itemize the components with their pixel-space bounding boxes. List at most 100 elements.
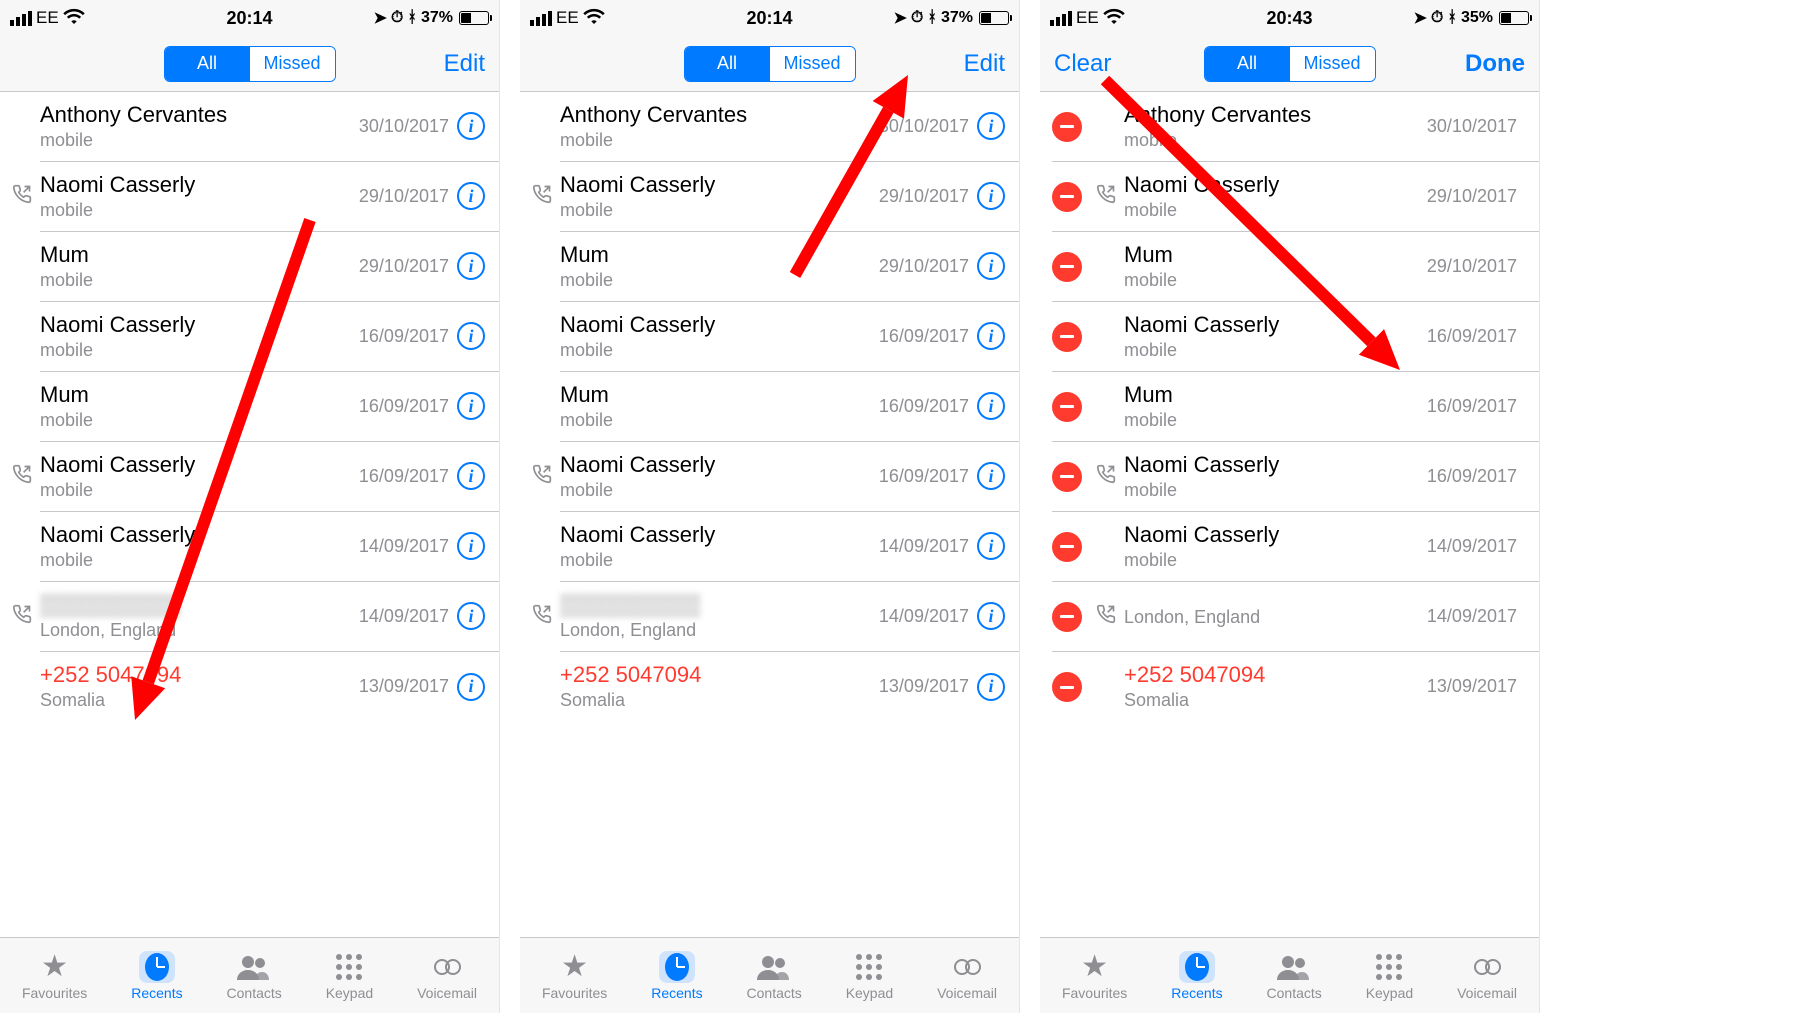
delete-button[interactable] <box>1052 532 1082 562</box>
call-row[interactable]: Naomi Casserlymobile16/09/2017i <box>560 442 1019 512</box>
info-button[interactable]: i <box>457 532 485 560</box>
tab-recents[interactable]: Recents <box>651 951 702 1001</box>
info-button[interactable]: i <box>977 602 1005 630</box>
info-button[interactable]: i <box>977 322 1005 350</box>
call-row[interactable]: Naomi Casserlymobile16/09/2017 <box>1052 302 1539 372</box>
delete-button[interactable] <box>1052 602 1082 632</box>
call-row[interactable]: Naomi Casserlymobile14/09/2017i <box>40 512 499 582</box>
tab-voicemail[interactable]: Voicemail <box>937 951 997 1001</box>
call-row[interactable]: +252 5047094Somalia13/09/2017i <box>560 652 1019 722</box>
voicemail-icon <box>949 951 985 983</box>
info-button[interactable]: i <box>457 673 485 701</box>
info-button[interactable]: i <box>977 252 1005 280</box>
info-button[interactable]: i <box>457 252 485 280</box>
call-row[interactable]: ▒▒▒▒▒▒▒▒▒London, England14/09/2017i <box>40 582 499 652</box>
call-row[interactable]: Anthony Cervantesmobile30/10/2017 <box>1052 92 1539 162</box>
delete-button[interactable] <box>1052 392 1082 422</box>
recents-list[interactable]: Anthony Cervantesmobile30/10/2017Naomi C… <box>1040 92 1539 937</box>
info-button[interactable]: i <box>457 462 485 490</box>
tab-recents[interactable]: Recents <box>1171 951 1222 1001</box>
delete-button[interactable] <box>1052 252 1082 282</box>
call-date: 14/09/2017 <box>879 536 969 557</box>
edit-button[interactable]: Edit <box>964 50 1005 78</box>
outgoing-call-icon <box>12 464 32 489</box>
clock-label: 20:14 <box>0 8 499 29</box>
call-row[interactable]: Naomi Casserlymobile16/09/2017i <box>40 442 499 512</box>
segment-all[interactable]: All <box>165 47 250 81</box>
call-row[interactable]: London, England14/09/2017 <box>1052 582 1539 652</box>
segment-missed[interactable]: Missed <box>250 47 335 81</box>
tab-label: Contacts <box>227 985 282 1001</box>
info-button[interactable]: i <box>977 392 1005 420</box>
info-button[interactable]: i <box>977 462 1005 490</box>
tab-contacts[interactable]: Contacts <box>1267 951 1322 1001</box>
call-row[interactable]: Naomi Casserlymobile29/10/2017i <box>560 162 1019 232</box>
info-button[interactable]: i <box>457 602 485 630</box>
outgoing-call-icon <box>1096 464 1116 489</box>
recents-list[interactable]: Anthony Cervantesmobile30/10/2017iNaomi … <box>520 92 1019 937</box>
call-row[interactable]: Naomi Casserlymobile16/09/2017 <box>1052 442 1539 512</box>
tab-contacts[interactable]: Contacts <box>747 951 802 1001</box>
tab-favourites[interactable]: ★Favourites <box>542 951 607 1001</box>
info-button[interactable]: i <box>977 532 1005 560</box>
recents-list[interactable]: Anthony Cervantesmobile30/10/2017iNaomi … <box>0 92 499 937</box>
call-row[interactable]: Mummobile16/09/2017i <box>560 372 1019 442</box>
tab-recents[interactable]: Recents <box>131 951 182 1001</box>
call-row[interactable]: Naomi Casserlymobile16/09/2017i <box>560 302 1019 372</box>
call-name: Naomi Casserly <box>560 312 879 338</box>
delete-button[interactable] <box>1052 462 1082 492</box>
segment-missed[interactable]: Missed <box>1290 47 1375 81</box>
status-bar: EE20:14➤⏱ᚼ37% <box>0 0 499 36</box>
call-date: 14/09/2017 <box>1427 536 1517 557</box>
tab-label: Voicemail <box>417 985 477 1001</box>
call-row[interactable]: +252 5047094Somalia13/09/2017i <box>40 652 499 722</box>
tab-contacts[interactable]: Contacts <box>227 951 282 1001</box>
segment-missed[interactable]: Missed <box>770 47 855 81</box>
call-subtitle: mobile <box>1124 270 1427 292</box>
info-button[interactable]: i <box>457 112 485 140</box>
call-subtitle: mobile <box>1124 410 1427 432</box>
nav-bar: Clear AllMissed Done <box>1040 36 1539 92</box>
info-button[interactable]: i <box>977 112 1005 140</box>
segment-all[interactable]: All <box>1205 47 1290 81</box>
call-row[interactable]: ▒▒▒▒▒▒▒▒▒London, England14/09/2017i <box>560 582 1019 652</box>
delete-button[interactable] <box>1052 322 1082 352</box>
call-row[interactable]: Naomi Casserlymobile29/10/2017 <box>1052 162 1539 232</box>
call-date: 16/09/2017 <box>1427 396 1517 417</box>
call-name: Naomi Casserly <box>1124 312 1427 338</box>
info-button[interactable]: i <box>977 673 1005 701</box>
tab-favourites[interactable]: ★Favourites <box>22 951 87 1001</box>
call-name: Mum <box>560 242 879 268</box>
info-button[interactable]: i <box>457 322 485 350</box>
call-row[interactable]: Mummobile16/09/2017i <box>40 372 499 442</box>
tab-favourites[interactable]: ★Favourites <box>1062 951 1127 1001</box>
call-date: 16/09/2017 <box>879 396 969 417</box>
segment-all[interactable]: All <box>685 47 770 81</box>
delete-button[interactable] <box>1052 672 1082 702</box>
delete-button[interactable] <box>1052 182 1082 212</box>
call-row[interactable]: Anthony Cervantesmobile30/10/2017i <box>40 92 499 162</box>
call-row[interactable]: Naomi Casserlymobile29/10/2017i <box>40 162 499 232</box>
clear-button[interactable]: Clear <box>1054 50 1111 78</box>
info-button[interactable]: i <box>457 182 485 210</box>
tab-keypad[interactable]: Keypad <box>1366 951 1413 1001</box>
call-row[interactable]: Mummobile16/09/2017 <box>1052 372 1539 442</box>
tab-voicemail[interactable]: Voicemail <box>1457 951 1517 1001</box>
info-button[interactable]: i <box>977 182 1005 210</box>
call-row[interactable]: Naomi Casserlymobile14/09/2017i <box>560 512 1019 582</box>
call-row[interactable]: +252 5047094Somalia13/09/2017 <box>1052 652 1539 722</box>
tab-voicemail[interactable]: Voicemail <box>417 951 477 1001</box>
done-button[interactable]: Done <box>1465 50 1525 78</box>
tab-keypad[interactable]: Keypad <box>846 951 893 1001</box>
delete-button[interactable] <box>1052 112 1082 142</box>
info-button[interactable]: i <box>457 392 485 420</box>
outgoing-call-icon <box>1096 604 1116 629</box>
tab-keypad[interactable]: Keypad <box>326 951 373 1001</box>
call-row[interactable]: Naomi Casserlymobile16/09/2017i <box>40 302 499 372</box>
call-row[interactable]: Mummobile29/10/2017i <box>40 232 499 302</box>
call-row[interactable]: Mummobile29/10/2017i <box>560 232 1019 302</box>
call-row[interactable]: Naomi Casserlymobile14/09/2017 <box>1052 512 1539 582</box>
call-row[interactable]: Anthony Cervantesmobile30/10/2017i <box>560 92 1019 162</box>
edit-button[interactable]: Edit <box>444 50 485 78</box>
call-row[interactable]: Mummobile29/10/2017 <box>1052 232 1539 302</box>
